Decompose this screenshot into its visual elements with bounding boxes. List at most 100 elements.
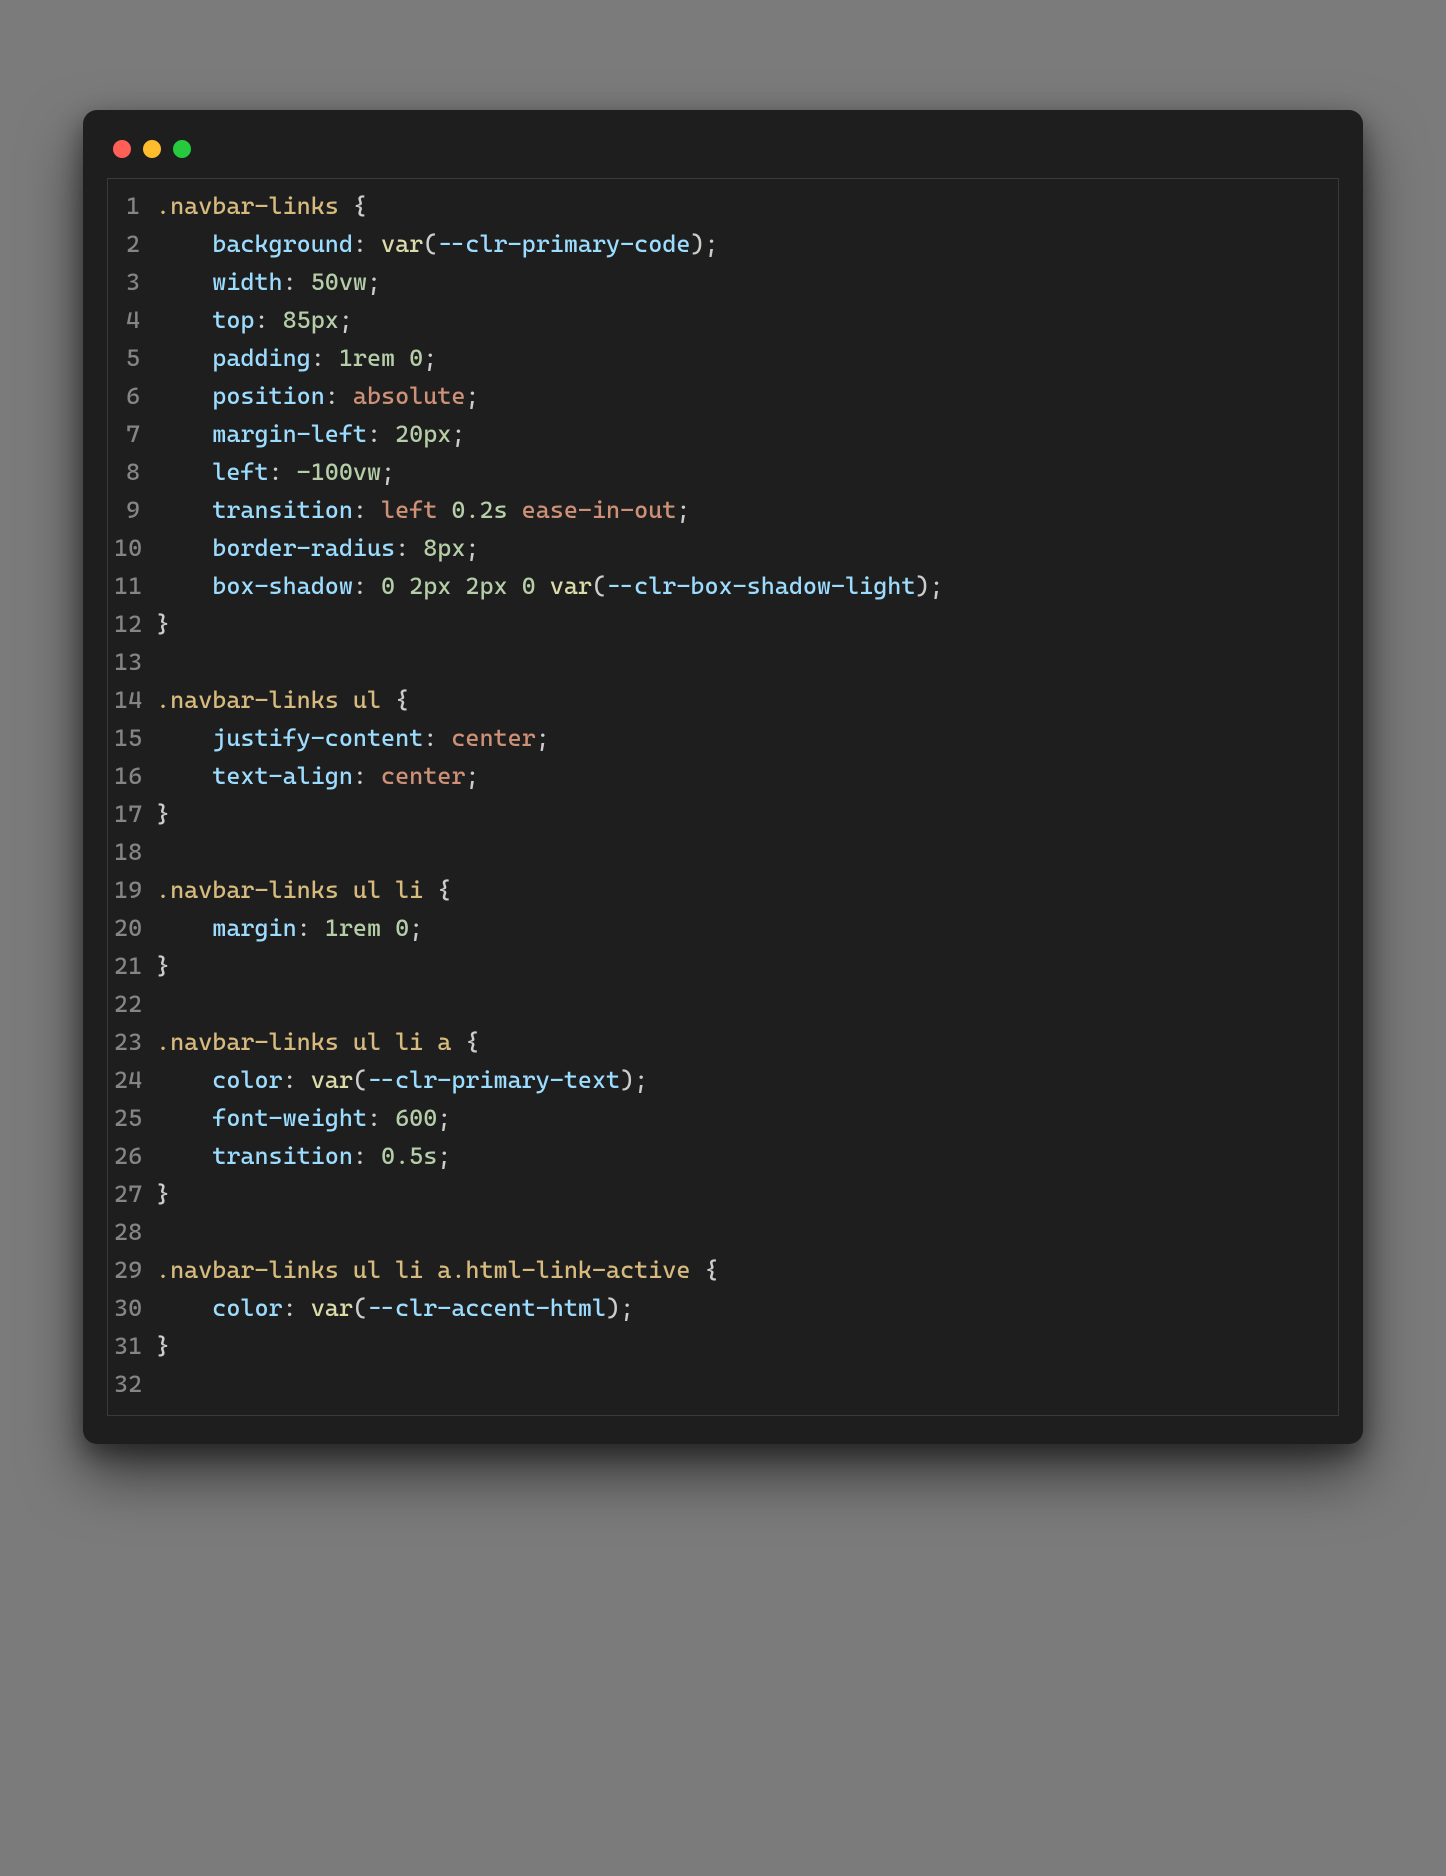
line-number: 26: [114, 1137, 156, 1175]
line-number: 28: [114, 1213, 156, 1251]
token-sel: li: [395, 876, 423, 904]
token-brace: {: [353, 192, 367, 220]
code-line: 20 margin: 1rem 0;: [114, 909, 1326, 947]
token-num: 2px: [465, 572, 507, 600]
minimize-icon[interactable]: [143, 140, 161, 158]
close-icon[interactable]: [113, 140, 131, 158]
code-line: 25 font-weight: 600;: [114, 1099, 1326, 1137]
line-content: position: absolute;: [156, 377, 1326, 415]
token-punct: ;: [451, 420, 465, 448]
token-num: 0.5s: [381, 1142, 437, 1170]
token-punct: :: [269, 458, 297, 486]
token-num: 0: [381, 572, 395, 600]
line-number: 20: [114, 909, 156, 947]
token-num: 85px: [283, 306, 339, 334]
token-num: 600: [395, 1104, 437, 1132]
token-num: 0.2s: [451, 496, 507, 524]
token-brace: {: [437, 876, 451, 904]
token-str: ease-in-out: [508, 496, 677, 524]
token-punct: [381, 686, 395, 714]
line-number: 27: [114, 1175, 156, 1213]
token-punct: [536, 572, 550, 600]
line-number: 13: [114, 643, 156, 681]
token-punct: ;: [620, 1294, 634, 1322]
line-number: 25: [114, 1099, 156, 1137]
token-punct: (: [423, 230, 437, 258]
token-brace: }: [156, 1332, 170, 1360]
line-content: .navbar-links ul {: [156, 681, 1326, 719]
token-punct: [339, 686, 353, 714]
code-line: 5 padding: 1rem 0;: [114, 339, 1326, 377]
token-punct: [339, 1028, 353, 1056]
editor-window: 1.navbar-links {2 background: var(--clr-…: [83, 110, 1363, 1444]
token-prop: margin: [212, 914, 296, 942]
line-content: }: [156, 947, 1326, 985]
token-punct: ;: [367, 268, 381, 296]
token-num: 1rem: [325, 914, 381, 942]
token-punct: ): [915, 572, 929, 600]
token-punct: :: [283, 1294, 311, 1322]
token-punct: [508, 572, 522, 600]
token-punct: ;: [339, 306, 353, 334]
line-number: 6: [114, 377, 156, 415]
token-punct: [451, 1028, 465, 1056]
code-line: 7 margin-left: 20px;: [114, 415, 1326, 453]
token-punct: [381, 914, 395, 942]
token-punct: :: [423, 724, 451, 752]
code-line: 31}: [114, 1327, 1326, 1365]
token-punct: ;: [437, 1142, 451, 1170]
token-prop: box-shadow: [212, 572, 353, 600]
token-prop: transition: [212, 496, 353, 524]
token-punct: (: [592, 572, 606, 600]
code-line: 15 justify-content: center;: [114, 719, 1326, 757]
token-prop: position: [212, 382, 325, 410]
token-prop: --clr-primary-text: [367, 1066, 620, 1094]
line-number: 11: [114, 567, 156, 605]
code-line: 24 color: var(--clr-primary-text);: [114, 1061, 1326, 1099]
token-num: 20px: [395, 420, 451, 448]
token-brace: }: [156, 952, 170, 980]
token-num: 50vw: [311, 268, 367, 296]
code-editor[interactable]: 1.navbar-links {2 background: var(--clr-…: [107, 178, 1339, 1416]
code-line: 18: [114, 833, 1326, 871]
code-line: 4 top: 85px;: [114, 301, 1326, 339]
line-number: 7: [114, 415, 156, 453]
token-str: center: [451, 724, 535, 752]
token-punct: (: [353, 1066, 367, 1094]
token-prop: font-weight: [212, 1104, 367, 1132]
token-num: 2px: [409, 572, 451, 600]
token-brace: }: [156, 800, 170, 828]
line-content: .navbar-links ul li a {: [156, 1023, 1326, 1061]
token-prop: color: [212, 1294, 282, 1322]
token-punct: [395, 572, 409, 600]
line-number: 14: [114, 681, 156, 719]
zoom-icon[interactable]: [173, 140, 191, 158]
token-str: center: [381, 762, 465, 790]
line-number: 3: [114, 263, 156, 301]
line-number: 17: [114, 795, 156, 833]
token-str: left: [381, 496, 451, 524]
token-prop: border-radius: [212, 534, 395, 562]
code-line: 21}: [114, 947, 1326, 985]
code-line: 27}: [114, 1175, 1326, 1213]
token-num: -100vw: [297, 458, 381, 486]
line-number: 1: [114, 187, 156, 225]
token-sel: .navbar-links: [156, 192, 339, 220]
line-number: 8: [114, 453, 156, 491]
token-num: 0: [395, 914, 409, 942]
token-punct: ;: [423, 344, 437, 372]
line-number: 30: [114, 1289, 156, 1327]
token-sel: li: [395, 1028, 423, 1056]
line-content: justify-content: center;: [156, 719, 1326, 757]
line-content: box-shadow: 0 2px 2px 0 var(--clr-box-sh…: [156, 567, 1326, 605]
token-punct: [339, 192, 353, 220]
token-sel: .navbar-links: [156, 1256, 339, 1284]
code-line: 9 transition: left 0.2s ease-in-out;: [114, 491, 1326, 529]
token-num: 0: [522, 572, 536, 600]
line-content: width: 50vw;: [156, 263, 1326, 301]
token-punct: :: [367, 420, 395, 448]
code-line: 8 left: -100vw;: [114, 453, 1326, 491]
token-punct: :: [353, 1142, 381, 1170]
code-line: 11 box-shadow: 0 2px 2px 0 var(--clr-box…: [114, 567, 1326, 605]
token-sel: li: [395, 1256, 423, 1284]
